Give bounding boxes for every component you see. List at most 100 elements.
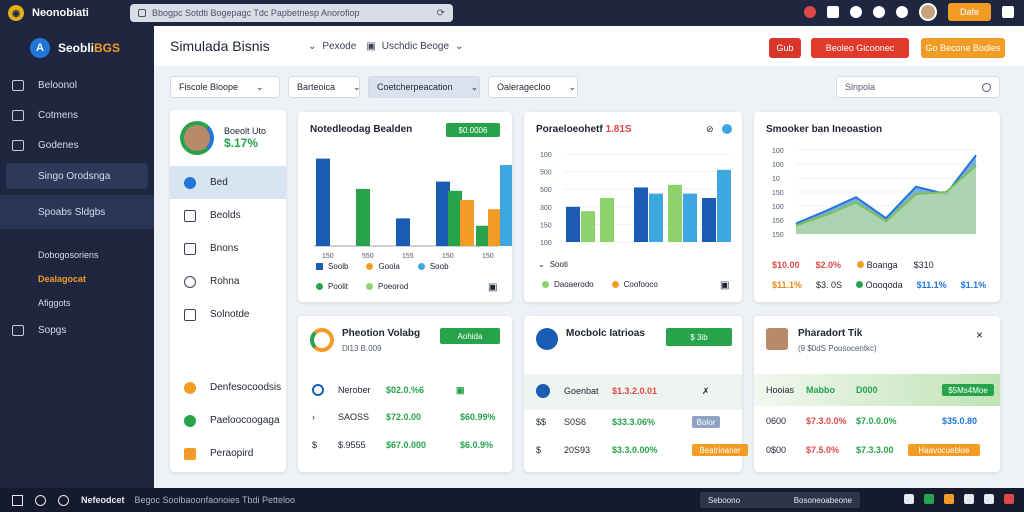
table-row[interactable]: Nerober $02.0.%6 ▣ [312, 384, 502, 396]
avatar[interactable] [918, 3, 937, 21]
sidebar-item-2[interactable]: Cotmens [0, 100, 154, 130]
box-icon: ▣ [366, 40, 376, 52]
tick-label: 100 [772, 204, 784, 211]
sidebar-sub-2[interactable]: Dealagocat [0, 267, 154, 291]
profile-nav-1[interactable]: Bed [170, 166, 286, 199]
date-pill[interactable]: Dafe [947, 3, 991, 21]
start-icon[interactable] [12, 494, 23, 506]
sidebar-sub-3[interactable]: Afiggots [0, 291, 154, 315]
profile-card: Boeolt Uto $.17% Bed Beolds Bnons Rohna … [170, 110, 286, 472]
legend-item: Soob [417, 262, 449, 271]
legend-item: Soolb [316, 262, 348, 271]
taskbar: Nefeodcet Begoc Soolbaoonfaonoies Tbdi P… [0, 488, 1024, 512]
profile-nav-4[interactable]: Rohna [170, 265, 286, 298]
app-icon[interactable] [1004, 494, 1014, 504]
tick-label: 150 [482, 253, 494, 260]
profile-nav-5[interactable]: Solnotde [170, 298, 286, 331]
taskbar-label[interactable]: Nefeodcet [81, 495, 125, 505]
profile-nav-8[interactable]: Peraopird [170, 437, 286, 470]
filter-3[interactable]: Coetcherpeacation ⌄ [368, 76, 480, 98]
star-icon[interactable] [904, 494, 914, 504]
calendar-icon: ▣ [456, 384, 465, 395]
network-icon[interactable] [964, 494, 974, 504]
brand-name: SeobliBGS [58, 41, 121, 55]
chart-card-3: Smooker ban Ineoastion 150 150 100 150 10 100… [754, 112, 1000, 302]
search-icon[interactable] [35, 494, 46, 506]
address-bar[interactable]: Bbogpc Sotdti Bogepagc Tdc Papbetnesp An… [130, 4, 453, 22]
app-logo: ◉ [8, 5, 24, 21]
menu-icon[interactable] [1002, 6, 1014, 18]
table-row[interactable]: $$ S0S6 $33.3.06% Bolor [536, 416, 720, 428]
table-row[interactable]: $20S93 $3.3.0.00% Beatrioaner [536, 444, 748, 456]
bar [488, 209, 502, 246]
system-tray [904, 494, 1014, 504]
link-icon[interactable]: ⊘ [706, 124, 714, 135]
sidebar: A SeobliBGS Beloonol Cotmens Godenes Sin… [0, 26, 154, 488]
sidebar-item-5[interactable]: Spoabs Sldgbs [0, 195, 154, 229]
card-subtitle: (9 $0dS Pousocentkc) [798, 344, 877, 353]
check-icon [184, 414, 196, 427]
breadcrumb[interactable]: ⌄ Pexode [308, 41, 356, 52]
url-text: Bbogpc Sotdti Bogepagc Tdc Papbetnesp An… [152, 8, 360, 18]
bell-icon[interactable] [872, 6, 885, 18]
app-icon[interactable] [924, 494, 934, 504]
filter-1[interactable]: Fiscole Bloope ⌄ [170, 76, 280, 98]
legend-item: Poolit [316, 282, 348, 291]
refresh-icon[interactable]: ⟳ [437, 8, 445, 19]
profile-nav-3[interactable]: Bnons [170, 232, 286, 265]
action-button[interactable]: $ 3ib [666, 328, 732, 346]
table-row[interactable]: $ $.9555 $67.0.000 $6.0.9% [312, 440, 502, 450]
export-icon[interactable]: ▣ [720, 280, 729, 291]
cloud-icon [12, 79, 24, 91]
bar [581, 211, 595, 242]
table-row[interactable]: Goenbat $1.3.2.0.01 ✗ [536, 384, 710, 398]
monitor-icon [12, 324, 24, 336]
bar [683, 193, 697, 242]
settings-icon[interactable] [895, 6, 908, 18]
pen-icon[interactable] [849, 6, 862, 18]
header-button-2[interactable]: Beoleo Gicoonec [811, 38, 909, 58]
header-button-1[interactable]: Gub [769, 38, 801, 58]
send-icon [184, 176, 196, 189]
bar [634, 187, 648, 242]
volume-icon[interactable] [984, 494, 994, 504]
legend-item: Poeorod [366, 282, 408, 291]
bar [649, 193, 663, 242]
profile-name: Boeolt Uto [224, 126, 267, 136]
card-6: Pharadort Tik (9 $0dS Pousocentkc) × Hoo… [754, 316, 1000, 472]
sidebar-item-1[interactable]: Beloonol [0, 70, 154, 100]
table-row[interactable]: 0600 $7.3.0.0% $7.0.0.0% $35.0.80 [766, 416, 977, 426]
profile-nav-2[interactable]: Beolds [170, 199, 286, 232]
sidebar-item-4[interactable]: Singo Orodsnga [6, 163, 148, 189]
table-row[interactable]: 0$00 $7.5.0% $7.3.3.00 Haavocuebloe [766, 444, 980, 456]
action-button[interactable]: Aohida [440, 328, 500, 344]
notification-icon[interactable] [803, 6, 816, 18]
breadcrumb-2[interactable]: ▣ Uschdic Beoge ⌄ [366, 41, 463, 52]
info-icon[interactable] [722, 124, 732, 134]
export-icon[interactable]: ▣ [488, 282, 497, 293]
app-icon[interactable] [944, 494, 954, 504]
chart-title: Notedleodag Bealden [310, 124, 413, 135]
header-button-3[interactable]: Go Becone Bodles [921, 38, 1005, 58]
sidebar-item-9[interactable]: Sopgs [0, 315, 154, 345]
grid-icon[interactable] [826, 6, 839, 18]
filter-2[interactable]: Barteoica ⌄ [288, 76, 361, 98]
circle-icon [312, 384, 324, 396]
taskbar-search[interactable]: Seboono Bosoneoabeone [700, 492, 860, 508]
table-row[interactable]: › SAOSS $72.0.00 $60.99% [312, 412, 502, 422]
sidebar-sub-1[interactable]: Dobogosoriens [0, 243, 154, 267]
tick-label: 150 [772, 190, 784, 197]
top-icons: Dafe [803, 3, 1014, 21]
bar [500, 165, 512, 246]
chat-icon[interactable] [58, 494, 69, 506]
tick-label: 300 [540, 205, 552, 212]
profile-nav-6[interactable]: Denfesocoodsis [170, 371, 286, 404]
search-input[interactable]: Sinpola [836, 76, 1000, 98]
close-icon[interactable]: × [976, 328, 983, 342]
profile-nav-7[interactable]: Paeloocoogaga [170, 404, 286, 437]
stats-row-2: $11.1% $3. 0S Oooqoda $11.1% $1.1% [772, 280, 987, 290]
filter-4[interactable]: Oaleragecloo ⌄ [488, 76, 578, 98]
legend-item: Daoaerodo [542, 280, 594, 289]
sidebar-item-3[interactable]: Godenes [0, 130, 154, 160]
legend-item: ⌄ Sooti [538, 260, 568, 269]
